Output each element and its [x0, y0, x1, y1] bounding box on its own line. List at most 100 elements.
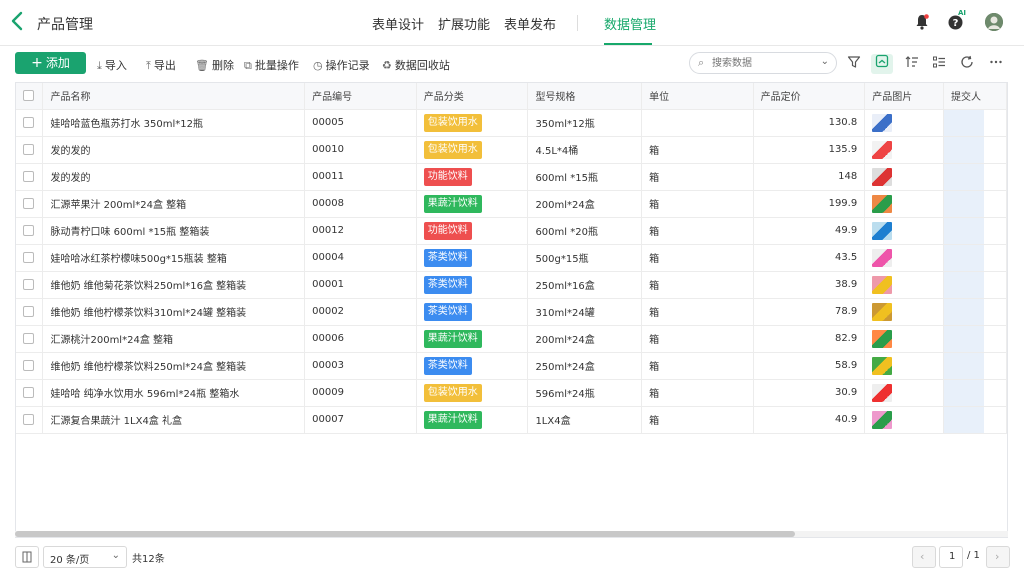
product-spec-cell[interactable]: 4.5L*4桶 [527, 136, 643, 164]
product-image-cell[interactable] [864, 406, 945, 434]
row-select-cell[interactable] [16, 352, 44, 380]
product-image-cell[interactable] [864, 379, 945, 407]
column-header[interactable]: 产品名称 [42, 83, 306, 110]
column-settings-icon[interactable] [930, 55, 948, 73]
product-code-cell[interactable]: 00002 [304, 298, 417, 326]
row-checkbox[interactable] [23, 251, 34, 263]
tab-extensions[interactable]: 扩展功能 [438, 14, 490, 33]
product-unit-cell[interactable]: 箱 [641, 217, 754, 245]
row-checkbox[interactable] [23, 305, 34, 317]
product-name-cell[interactable]: 娃哈哈冰红茶柠檬味500g*15瓶装 整箱 [42, 244, 306, 272]
product-thumbnail[interactable] [872, 383, 893, 402]
search-box[interactable]: ⌕ ⌄ [689, 52, 837, 74]
row-select-cell[interactable] [16, 217, 44, 245]
table-row[interactable]: 维他奶 维他菊花茶饮料250ml*16盒 整箱装 00001 茶类饮料 250ml*1… [16, 271, 1007, 299]
tab-form-design[interactable]: 表单设计 [372, 14, 424, 33]
column-header[interactable]: 提交人 [943, 83, 1007, 110]
product-thumbnail[interactable] [872, 167, 893, 186]
row-select-cell[interactable] [16, 136, 44, 164]
product-image-cell[interactable] [864, 244, 945, 272]
recycle-bin-button[interactable]: ♻ 数据回收站 [382, 57, 450, 73]
delete-button[interactable]: 🗑 删除 [195, 57, 234, 73]
select-all-checkbox[interactable] [23, 90, 34, 101]
product-thumbnail[interactable] [872, 194, 893, 213]
product-name-cell[interactable]: 维他奶 维他柠檬茶饮料250ml*24盒 整箱装 [42, 352, 306, 380]
product-code-cell[interactable]: 00007 [304, 406, 417, 434]
product-price-cell[interactable]: 58.9 [753, 352, 866, 380]
row-select-cell[interactable] [16, 190, 44, 218]
chevron-down-icon[interactable]: ⌄ [821, 56, 829, 67]
product-thumbnail[interactable] [872, 275, 893, 294]
product-image-cell[interactable] [864, 298, 945, 326]
table-row[interactable]: 维他奶 维他柠檬茶饮料250ml*24盒 整箱装 00003 茶类饮料 250ml*2… [16, 352, 1007, 380]
product-code-cell[interactable]: 00009 [304, 379, 417, 407]
product-category-cell[interactable]: 功能饮料 [416, 163, 529, 191]
product-price-cell[interactable]: 148 [753, 163, 866, 191]
row-checkbox[interactable] [23, 386, 34, 398]
product-thumbnail[interactable] [872, 248, 893, 267]
row-checkbox[interactable] [23, 332, 34, 344]
refresh-icon[interactable] [958, 55, 976, 73]
product-price-cell[interactable]: 82.9 [753, 325, 866, 353]
column-header[interactable]: 型号规格 [527, 83, 643, 110]
product-image-cell[interactable] [864, 352, 945, 380]
product-unit-cell[interactable]: 箱 [641, 406, 754, 434]
filter-icon[interactable] [845, 55, 863, 73]
column-header[interactable]: 单位 [641, 83, 754, 110]
product-name-cell[interactable]: 维他奶 维他菊花茶饮料250ml*16盒 整箱装 [42, 271, 306, 299]
row-select-cell[interactable] [16, 325, 44, 353]
product-category-cell[interactable]: 包装饮用水 [416, 379, 529, 407]
product-code-cell[interactable]: 00011 [304, 163, 417, 191]
product-price-cell[interactable]: 199.9 [753, 190, 866, 218]
product-category-cell[interactable]: 茶类饮料 [416, 298, 529, 326]
product-unit-cell[interactable]: 箱 [641, 163, 754, 191]
export-button[interactable]: ⤒ 导出 [146, 57, 176, 73]
product-code-cell[interactable]: 00005 [304, 109, 417, 137]
product-code-cell[interactable]: 00010 [304, 136, 417, 164]
product-thumbnail[interactable] [872, 113, 893, 132]
column-header[interactable]: 产品分类 [416, 83, 529, 110]
horizontal-scrollbar[interactable] [15, 531, 795, 537]
product-image-cell[interactable] [864, 217, 945, 245]
product-price-cell[interactable]: 135.9 [753, 136, 866, 164]
submitter-cell[interactable] [943, 217, 1007, 245]
row-select-cell[interactable] [16, 406, 44, 434]
column-header[interactable]: 产品图片 [864, 83, 945, 110]
submitter-cell[interactable] [943, 190, 1007, 218]
tab-form-publish[interactable]: 表单发布 [504, 14, 556, 33]
submitter-cell[interactable] [943, 271, 1007, 299]
submitter-cell[interactable] [943, 244, 1007, 272]
product-unit-cell[interactable]: 箱 [641, 379, 754, 407]
submitter-cell[interactable] [943, 406, 1007, 434]
select-all-cell[interactable] [16, 83, 44, 110]
product-unit-cell[interactable]: 箱 [641, 244, 754, 272]
product-name-cell[interactable]: 汇源苹果汁 200ml*24盒 整箱 [42, 190, 306, 218]
table-row[interactable]: 发的发的 00011 功能饮料 600ml *15瓶箱 148 [16, 163, 1007, 191]
product-spec-cell[interactable]: 600ml *15瓶 [527, 163, 643, 191]
sort-icon[interactable] [903, 55, 921, 73]
operation-log-button[interactable]: ◷ 操作记录 [313, 57, 370, 73]
product-name-cell[interactable]: 发的发的 [42, 163, 306, 191]
column-header[interactable]: 产品编号 [304, 83, 417, 110]
product-name-cell[interactable]: 维他奶 维他柠檬茶饮料310ml*24罐 整箱装 [42, 298, 306, 326]
product-name-cell[interactable]: 娃哈哈蓝色瓶苏打水 350ml*12瓶 [42, 109, 306, 137]
submitter-cell[interactable] [943, 298, 1007, 326]
row-select-cell[interactable] [16, 109, 44, 137]
product-name-cell[interactable]: 发的发的 [42, 136, 306, 164]
table-row[interactable]: 娃哈哈冰红茶柠檬味500g*15瓶装 整箱 00004 茶类饮料 500g*15瓶箱 4… [16, 244, 1007, 272]
row-checkbox[interactable] [23, 143, 34, 155]
submitter-cell[interactable] [943, 379, 1007, 407]
product-category-cell[interactable]: 包装饮用水 [416, 109, 529, 137]
prev-page-button[interactable]: ‹ [912, 546, 936, 568]
user-avatar[interactable] [985, 13, 1003, 31]
product-image-cell[interactable] [864, 136, 945, 164]
row-select-cell[interactable] [16, 244, 44, 272]
next-page-button[interactable]: › [986, 546, 1010, 568]
table-row[interactable]: 汇源复合果蔬汁 1LX4盒 礼盒 00007 果蔬汁饮料 1LX4盒箱 40.9 [16, 406, 1007, 434]
product-unit-cell[interactable]: 箱 [641, 352, 754, 380]
product-name-cell[interactable]: 娃哈哈 纯净水饮用水 596ml*24瓶 整箱水 [42, 379, 306, 407]
page-number-input[interactable]: 1 [939, 546, 963, 568]
row-checkbox[interactable] [23, 278, 34, 290]
product-image-cell[interactable] [864, 163, 945, 191]
product-price-cell[interactable]: 30.9 [753, 379, 866, 407]
